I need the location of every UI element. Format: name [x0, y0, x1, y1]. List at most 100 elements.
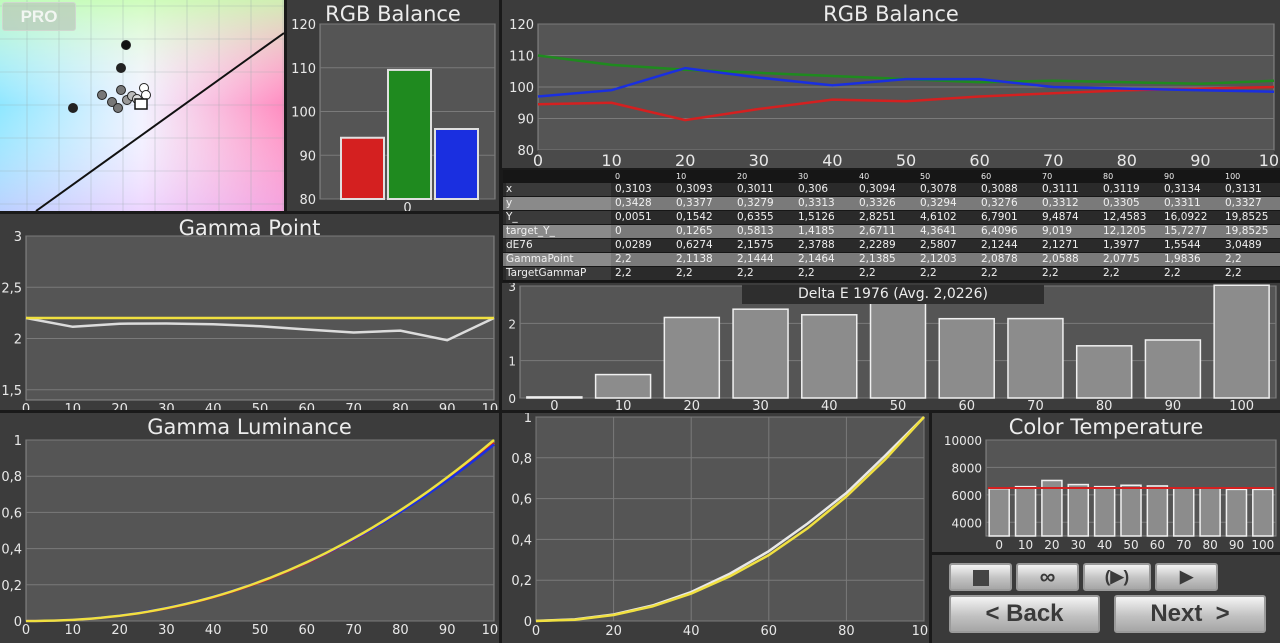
- y-tick-label: 0,2: [1, 579, 22, 594]
- table-cell: 0,0051: [615, 211, 652, 223]
- table-cell: 0: [615, 225, 622, 237]
- table-cell: 2,2: [676, 267, 693, 279]
- table-header-cell: 70: [1042, 172, 1053, 181]
- table-cell: 4,3641: [920, 225, 957, 237]
- stop-button[interactable]: [949, 563, 1012, 591]
- x-tick-label: 80: [1117, 151, 1137, 168]
- x-tick-label: 100: [482, 402, 499, 410]
- measurement-point: [97, 90, 107, 100]
- y-tick-label: 0,4: [1, 543, 22, 558]
- table-header-cell: 60: [981, 172, 992, 181]
- y-tick-label: 1,5: [1, 384, 22, 399]
- auto-play-button[interactable]: (▶): [1083, 563, 1151, 591]
- y-tick-label: 2: [508, 317, 516, 331]
- table-cell: 2,2: [737, 267, 754, 279]
- y-tick-label: 3: [14, 230, 22, 245]
- table-cell: 2,2: [1103, 267, 1120, 279]
- temperature-bar: [1014, 485, 1037, 537]
- y-tick-label: 1: [508, 355, 516, 369]
- gamma-curve-chart: 1 0,8 0,6 0,4 0,2 00 20 40 60 80 100: [511, 413, 929, 639]
- table-cell: 4,6102: [920, 211, 957, 223]
- table-row: target_Y_ 0 0,1265 0,5813 1,4185 2,6711 4,3641…: [503, 225, 1280, 238]
- table-cell: 12,1205: [1103, 225, 1147, 237]
- back-button[interactable]: < Back: [949, 595, 1100, 633]
- x-tick-label: 90: [1190, 151, 1210, 168]
- y-tick-label: 2,5: [1, 281, 22, 296]
- loop-button[interactable]: ∞: [1016, 563, 1079, 591]
- delta-e-bar: [938, 317, 995, 399]
- y-tick-label: 6000: [951, 489, 982, 503]
- x-tick-label: 40: [683, 624, 700, 639]
- play-icon: ▶: [1179, 567, 1194, 586]
- plot-area: [535, 416, 925, 622]
- table-row: Y_ 0,0051 0,1542 0,6355 1,5126 2,8251 4,6102 6,…: [503, 211, 1280, 224]
- table-cell: 2,2: [615, 253, 632, 265]
- table-cell: 2,2: [615, 267, 632, 279]
- x-tick-label: 0: [532, 624, 540, 639]
- x-tick-label: 100: [912, 624, 929, 639]
- table-row: GammaPoint 2,2 2,1138 2,1444 2,1464 2,1385 2,1…: [503, 253, 1280, 266]
- x-tick-label: 100: [1229, 399, 1254, 410]
- gamma-luminance-chart: 1 0,8 0,6 0,4 0,2 00 10 20 30 40 50 60 70 80 90 100: [1, 434, 499, 638]
- y-tick-label: 2: [14, 333, 22, 348]
- x-tick-label: 40: [205, 623, 222, 638]
- delta-e-panel: 3 2 1 0 0 10 20 30 40 50 60 70 80 90 100 Delta E 1976 …: [502, 283, 1280, 410]
- table-cell: 0,3103: [615, 183, 652, 195]
- table-cell: 0,3279: [737, 197, 774, 209]
- table-header-cell: 50: [920, 172, 931, 181]
- y-tick-label: 1: [14, 434, 22, 449]
- table-cell: 0,3377: [676, 197, 713, 209]
- table-cell: 0,3078: [920, 183, 957, 195]
- auto-play-icon: (▶): [1104, 567, 1130, 586]
- x-tick-label: 40: [822, 151, 842, 168]
- play-button[interactable]: ▶: [1155, 563, 1218, 591]
- table-cell: 2,1385: [859, 253, 896, 265]
- x-tick-label: 50: [896, 151, 916, 168]
- table-cell: 0,3311: [1164, 197, 1201, 209]
- y-tick-label: 4000: [951, 516, 982, 530]
- plot-area: [25, 439, 495, 622]
- gamma-point-chart: 3 2,5 2 1,50 10 20 30 40 50 60 70 80 90 100: [1, 230, 499, 410]
- y-tick-label: 0,4: [511, 533, 532, 548]
- controls-panel: ∞ (▶) ▶ < Back Next >: [932, 555, 1280, 643]
- target-white-point: [134, 98, 148, 110]
- color-temperature-chart: 10000 8000 6000 4000 0 10 20 30 40 50 60 70 80 90 100: [944, 434, 1277, 552]
- table-row: dE76 0,0289 0,6274 2,1575 2,3788 2,2289 2,5807…: [503, 239, 1280, 252]
- measurement-point: [116, 85, 126, 95]
- rgb-bar: [434, 128, 479, 200]
- table-cell: 0,3312: [1042, 197, 1079, 209]
- table-cell: 2,1464: [798, 253, 835, 265]
- stop-icon: [972, 570, 989, 586]
- y-tick-label: 100: [509, 81, 534, 96]
- table-header-cell: 0: [615, 172, 621, 181]
- table-cell: 2,1203: [920, 253, 957, 265]
- x-tick-label: 90: [439, 402, 456, 410]
- y-tick-label: 3: [508, 283, 516, 294]
- x-tick-label: 90: [1165, 399, 1182, 410]
- next-button[interactable]: Next >: [1114, 595, 1266, 633]
- table-cell: 9,019: [1042, 225, 1073, 237]
- table-cell: 0,3276: [981, 197, 1018, 209]
- table-cell: 0,1265: [676, 225, 713, 237]
- y-tick-label: 110: [291, 62, 316, 77]
- x-tick-label: 30: [1071, 538, 1086, 552]
- temperature-bar: [1120, 484, 1142, 537]
- table-cell: 0,3119: [1103, 183, 1140, 195]
- y-tick-label: 90: [299, 149, 316, 164]
- table-header-cell: 10: [676, 172, 687, 181]
- x-tick-label: 70: [1043, 151, 1063, 168]
- table-cell: 2,2: [920, 267, 937, 279]
- gamma-curve-panel: 1 0,8 0,6 0,4 0,2 0 0 20 40 60 80 100: [502, 413, 929, 643]
- delta-e-bar: [1144, 339, 1202, 399]
- x-tick-label: 60: [299, 623, 316, 638]
- table-cell: 2,3788: [798, 239, 835, 251]
- y-tick-label: 0,8: [511, 452, 532, 467]
- table-header: 0 10 20 30 40 50 60 70 80 90 100: [503, 170, 1280, 183]
- y-tick-label: 120: [291, 18, 316, 33]
- x-tick-label: 10: [1018, 538, 1033, 552]
- table-cell: 0,3131: [1225, 183, 1262, 195]
- measurement-point: [116, 63, 126, 73]
- gamma-point-panel: Gamma Point 3 2,5 2 1,5 0 10 20 30 40 50 60 70 80 90 1…: [0, 214, 499, 410]
- pro-badge: PRO: [2, 2, 76, 31]
- table-cell: 0,3094: [859, 183, 896, 195]
